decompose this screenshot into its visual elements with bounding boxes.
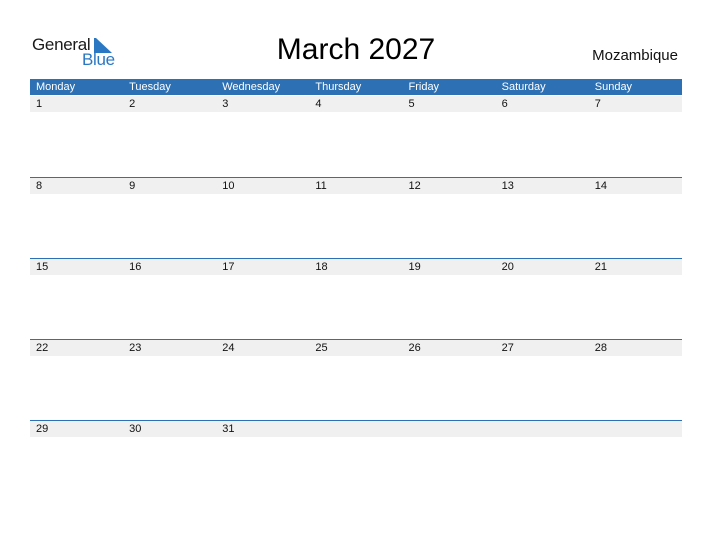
week-row: 8 9 10 11 12 13 14 <box>30 177 682 259</box>
week-date-band: 15 16 17 18 19 20 21 <box>30 259 682 275</box>
day-number: 7 <box>594 98 601 110</box>
week-row: 29 30 31 <box>30 420 682 502</box>
day-number <box>309 421 402 437</box>
day-number: 8 <box>36 180 43 192</box>
week-date-band: 29 30 31 <box>30 421 682 437</box>
weekday-header: Monday Tuesday Wednesday Thursday Friday… <box>30 79 682 95</box>
weekday-label: Thursday <box>315 81 362 93</box>
day-number: 10 <box>222 180 235 192</box>
day-number: 29 <box>36 423 49 435</box>
day-number: 28 <box>594 342 607 354</box>
weekday-label: Monday <box>36 81 76 93</box>
day-number: 2 <box>129 98 136 110</box>
day-number: 30 <box>129 423 142 435</box>
weekday-label: Tuesday <box>129 81 171 93</box>
week-row: 15 16 17 18 19 20 21 <box>30 258 682 340</box>
country-label: Mozambique <box>592 47 678 64</box>
week-date-band: 22 23 24 25 26 27 28 <box>30 340 682 356</box>
weekday-label: Sunday <box>594 81 633 93</box>
day-number: 9 <box>129 180 136 192</box>
day-number: 16 <box>129 261 142 273</box>
day-number: 3 <box>222 98 229 110</box>
day-number: 11 <box>315 180 327 192</box>
day-number: 31 <box>222 423 235 435</box>
day-number: 23 <box>129 342 142 354</box>
day-number: 21 <box>594 261 607 273</box>
weekday-label: Friday <box>408 81 440 93</box>
day-number: 18 <box>315 261 328 273</box>
day-number: 19 <box>408 261 421 273</box>
day-number <box>589 421 682 437</box>
day-number: 27 <box>501 342 514 354</box>
day-number: 15 <box>36 261 49 273</box>
day-number: 13 <box>501 180 514 192</box>
day-number: 24 <box>222 342 235 354</box>
day-number: 12 <box>408 180 421 192</box>
day-number: 26 <box>408 342 421 354</box>
day-number: 17 <box>222 261 235 273</box>
day-number: 14 <box>594 180 607 192</box>
day-number: 20 <box>501 261 514 273</box>
week-row: 1 2 3 4 5 6 7 <box>30 96 682 177</box>
day-number <box>403 421 496 437</box>
day-number: 4 <box>315 98 322 110</box>
day-number: 25 <box>315 342 328 354</box>
day-number <box>496 421 589 437</box>
day-number: 5 <box>408 98 415 110</box>
week-date-band: 8 9 10 11 12 13 14 <box>30 178 682 194</box>
weekday-label: Saturday <box>501 81 546 93</box>
day-number: 22 <box>36 342 49 354</box>
week-row: 22 23 24 25 26 27 28 <box>30 339 682 421</box>
weekday-label: Wednesday <box>222 81 281 93</box>
week-date-band: 1 2 3 4 5 6 7 <box>30 96 682 112</box>
day-number: 6 <box>501 98 508 110</box>
day-number: 1 <box>36 98 43 110</box>
